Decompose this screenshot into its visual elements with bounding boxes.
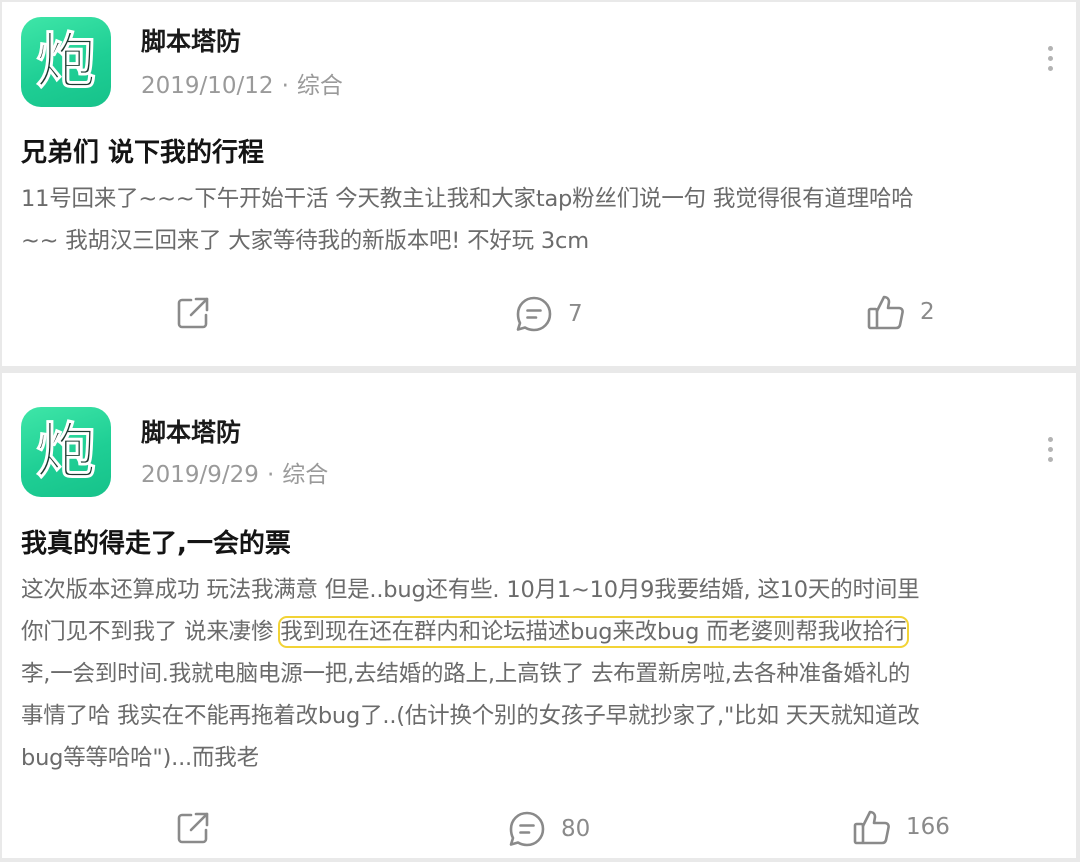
body-line: ~~ 我胡汉三回来了 大家等待我的新版本吧! 不好玩 3cm xyxy=(21,228,589,254)
post-card: 炮 脚本塔防 2019/10/12 · 综合 兄弟们 说下我的行程 11号回来了~~… xyxy=(2,2,1076,366)
body-line: bug等等哈哈")...而我老 xyxy=(21,745,259,771)
highlighted-text: 我到现在还在群内和论坛描述bug来改bug 而老婆则帮我收拾行 xyxy=(278,616,909,648)
comment-count: 7 xyxy=(568,301,583,327)
meta-separator: · xyxy=(281,73,289,99)
post-date: 2019/9/29 xyxy=(141,462,259,488)
share-button[interactable] xyxy=(174,809,212,847)
body-line: 你门见不到我了 说来凄惨 我到现在还在群内和论坛描述bug来改bug 而老婆则帮… xyxy=(21,611,1061,653)
more-icon[interactable] xyxy=(1048,437,1054,467)
body-line: 这次版本还算成功 玩法我满意 但是..bug还有些. 10月1~10月9我要结婚… xyxy=(21,577,920,603)
post-card: 炮 脚本塔防 2019/9/29 · 综合 我真的得走了,一会的票 这次版本还算成功… xyxy=(2,373,1076,858)
comment-icon xyxy=(516,296,552,332)
share-icon xyxy=(177,812,209,844)
more-icon[interactable] xyxy=(1048,46,1054,76)
body-line: 李,一会到时间.我就电脑电源一把,去结婚的路上,上高铁了 去布置新房啦,去各种准… xyxy=(21,661,911,687)
avatar-glyph: 炮 xyxy=(36,27,97,97)
share-icon xyxy=(177,297,209,329)
like-icon xyxy=(867,295,904,330)
like-icon xyxy=(853,810,890,845)
body-line: 事情了哈 我实在不能再拖着改bug了..(估计换个别的女孩子早就抄家了,"比如 … xyxy=(21,703,920,729)
comment-button[interactable]: 7 xyxy=(514,294,583,334)
post-meta: 2019/10/12 · 综合 xyxy=(141,70,343,102)
author-name[interactable]: 脚本塔防 xyxy=(141,26,241,58)
game-avatar[interactable]: 炮 xyxy=(21,407,111,497)
post-body[interactable]: 这次版本还算成功 玩法我满意 但是..bug还有些. 10月1~10月9我要结婚… xyxy=(21,569,1061,779)
avatar-glyph: 炮 xyxy=(36,417,97,487)
comment-icon xyxy=(509,811,545,847)
like-button[interactable]: 2 xyxy=(866,292,935,332)
post-meta: 2019/9/29 · 综合 xyxy=(141,459,328,491)
comment-button[interactable]: 80 xyxy=(507,809,590,849)
post-category[interactable]: 综合 xyxy=(282,462,328,488)
comment-count: 80 xyxy=(561,816,591,842)
body-line-text: 你门见不到我了 说来凄惨 xyxy=(21,619,281,645)
game-avatar[interactable]: 炮 xyxy=(21,17,111,107)
body-line: 11号回来了~~~下午开始干活 今天教主让我和大家tap粉丝们说一句 我觉得很有… xyxy=(21,186,914,212)
like-count: 2 xyxy=(920,299,935,325)
meta-separator: · xyxy=(266,462,275,488)
like-button[interactable]: 166 xyxy=(852,807,950,847)
share-button[interactable] xyxy=(174,294,212,332)
post-title[interactable]: 我真的得走了,一会的票 xyxy=(21,525,291,563)
post-date: 2019/10/12 xyxy=(141,73,274,99)
like-count: 166 xyxy=(906,814,950,840)
post-body[interactable]: 11号回来了~~~下午开始干活 今天教主让我和大家tap粉丝们说一句 我觉得很有… xyxy=(21,178,1061,262)
post-category[interactable]: 综合 xyxy=(297,73,343,99)
post-title[interactable]: 兄弟们 说下我的行程 xyxy=(21,134,264,172)
author-name[interactable]: 脚本塔防 xyxy=(141,417,241,449)
